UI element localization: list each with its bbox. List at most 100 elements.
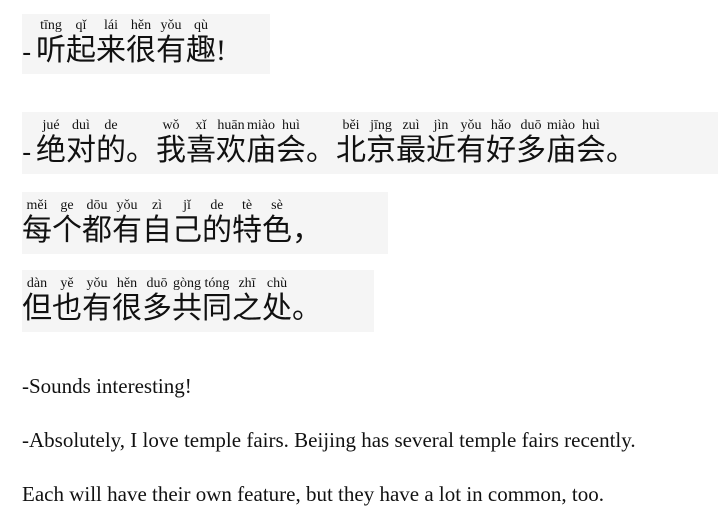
chinese-line-2: - 绝jué对duì的de。 我wǒ喜xǐ欢huān庙miào会huì。 北bě… [22,118,636,168]
hanzi-with-pinyin: 自zì [142,198,172,248]
hanzi-with-pinyin: 京jīng [366,118,396,168]
pinyin: hǎo [486,118,516,133]
pinyin: wǒ [156,118,186,133]
pinyin: jìn [426,118,456,133]
pinyin: xǐ [186,118,216,133]
pinyin: huì [576,118,606,133]
pinyin: gòng [172,276,202,291]
pinyin: yǒu [156,18,186,33]
chinese-line-2-block: - 绝jué对duì的de。 我wǒ喜xǐ欢huān庙miào会huì。 北bě… [22,112,718,174]
chinese-line-4-block: 但dàn也yě有yǒu很hěn多duō共gòng同tóng之zhī处chù。 [22,270,374,332]
pinyin: dàn [22,276,52,291]
ruby-row-4: 但dàn也yě有yǒu很hěn多duō共gòng同tóng之zhī处chù。 [22,276,322,326]
hanzi-with-pinyin: 也yě [52,276,82,326]
hanzi-with-pinyin: 听tīng [36,18,66,68]
hanzi-with-pinyin: 北běi [336,118,366,168]
hanzi-with-pinyin: 。 [306,133,336,168]
pinyin: huān [216,118,246,133]
translation-line-3: Each will have their own feature, but th… [22,482,604,506]
pinyin: qǐ [66,18,96,33]
pinyin [606,118,636,133]
chinese-line-1: - 听tīng起qǐ来lái很hěn有yǒu趣qù ! [22,18,226,68]
hanzi-with-pinyin: 。 [606,133,636,168]
pinyin: huì [276,118,306,133]
hanzi-with-pinyin: 绝jué [36,118,66,168]
hanzi-with-pinyin: 处chù [262,276,292,326]
hanzi-with-pinyin: 很hěn [126,18,156,68]
ruby-row-3: 每měi个ge都dōu有yǒu自zì己jǐ的de特tè色sè， [22,198,322,248]
pinyin: duì [66,118,96,133]
dash: - [22,138,32,168]
ruby-row-1: 听tīng起qǐ来lái很hěn有yǒu趣qù [36,18,216,68]
pinyin: yǒu [456,118,486,133]
hanzi-with-pinyin: 起qǐ [66,18,96,68]
pinyin: jué [36,118,66,133]
hanzi-with-pinyin: 喜xǐ [186,118,216,168]
pinyin: zhī [232,276,262,291]
pinyin: ge [52,198,82,213]
pinyin: jǐ [172,198,202,213]
hanzi-with-pinyin: 的de [96,118,126,168]
hanzi-with-pinyin: 好hǎo [486,118,516,168]
hanzi-with-pinyin: 对duì [66,118,96,168]
hanzi-with-pinyin: 都dōu [82,198,112,248]
pinyin: de [202,198,232,213]
pinyin: měi [22,198,52,213]
hanzi-with-pinyin: 庙miào [246,118,276,168]
hanzi-with-pinyin: 我wǒ [156,118,186,168]
pinyin [306,118,336,133]
hanzi-with-pinyin: 但dàn [22,276,52,326]
hanzi-with-pinyin: ， [292,213,322,248]
hanzi-with-pinyin: 最zuì [396,118,426,168]
hanzi-with-pinyin: 有yǒu [112,198,142,248]
pinyin: lái [96,18,126,33]
pinyin: zì [142,198,172,213]
pinyin: duō [516,118,546,133]
hanzi-with-pinyin: 会huì [276,118,306,168]
pinyin: hěn [126,18,156,33]
hanzi-with-pinyin: 有yǒu [456,118,486,168]
pinyin: qù [186,18,216,33]
pinyin: sè [262,198,292,213]
pinyin: zuì [396,118,426,133]
hanzi-with-pinyin: 之zhī [232,276,262,326]
pinyin: yě [52,276,82,291]
chinese-line-1-block: - 听tīng起qǐ来lái很hěn有yǒu趣qù ! [22,14,270,74]
pinyin: yǒu [82,276,112,291]
pinyin: miào [246,118,276,133]
pinyin: chù [262,276,292,291]
hanzi-with-pinyin: 趣qù [186,18,216,68]
pinyin [126,118,156,133]
translation-line-1: -Sounds interesting! [22,374,192,398]
pinyin [292,198,322,213]
hanzi-with-pinyin: 。 [292,291,322,326]
pinyin: jīng [366,118,396,133]
hanzi-with-pinyin: 有yǒu [82,276,112,326]
pinyin [292,276,322,291]
hanzi-with-pinyin: 个ge [52,198,82,248]
hanzi-with-pinyin: 很hěn [112,276,142,326]
hanzi-with-pinyin: 色sè [262,198,292,248]
hanzi-with-pinyin: 每měi [22,198,52,248]
pinyin: miào [546,118,576,133]
hanzi-with-pinyin: 特tè [232,198,262,248]
hanzi-with-pinyin: 。 [126,133,156,168]
dash: - [22,38,32,68]
hanzi-with-pinyin: 庙miào [546,118,576,168]
hanzi-with-pinyin: 己jǐ [172,198,202,248]
hanzi-with-pinyin: 近jìn [426,118,456,168]
exclamation-mark: ! [216,34,226,67]
hanzi-with-pinyin: 会huì [576,118,606,168]
pinyin: tè [232,198,262,213]
chinese-line-3-block: 每měi个ge都dōu有yǒu自zì己jǐ的de特tè色sè， [22,192,388,254]
hanzi-with-pinyin: 有yǒu [156,18,186,68]
hanzi-with-pinyin: 欢huān [216,118,246,168]
hanzi-with-pinyin: 共gòng [172,276,202,326]
translation-line-2: -Absolutely, I love temple fairs. Beijin… [22,428,636,452]
chinese-line-4: 但dàn也yě有yǒu很hěn多duō共gòng同tóng之zhī处chù。 [22,276,322,326]
hanzi-with-pinyin: 同tóng [202,276,232,326]
hanzi-with-pinyin: 多duō [142,276,172,326]
ruby-row-2: 绝jué对duì的de。 我wǒ喜xǐ欢huān庙miào会huì。 北běi京… [36,118,636,168]
pinyin: dōu [82,198,112,213]
chinese-line-3: 每měi个ge都dōu有yǒu自zì己jǐ的de特tè色sè， [22,198,322,248]
